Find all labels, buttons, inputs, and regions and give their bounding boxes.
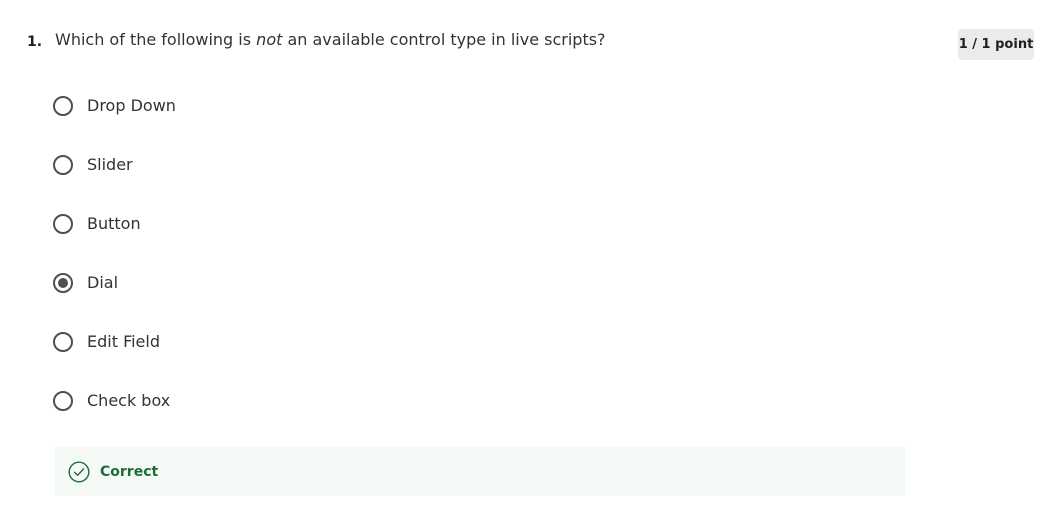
radio-drop-down[interactable] [53, 96, 73, 116]
option-slider[interactable]: Slider [53, 153, 133, 177]
score-badge: 1 / 1 point [958, 29, 1034, 60]
feedback-banner: Correct [55, 447, 905, 496]
prompt-emphasis: not [256, 30, 283, 49]
option-edit-field[interactable]: Edit Field [53, 330, 160, 354]
radio-edit-field[interactable] [53, 332, 73, 352]
option-drop-down[interactable]: Drop Down [53, 94, 176, 118]
option-label: Drop Down [87, 96, 176, 115]
feedback-label: Correct [100, 463, 159, 480]
option-label: Dial [87, 273, 119, 292]
radio-dial[interactable] [53, 273, 73, 293]
check-circle-icon [68, 460, 90, 483]
prompt-text-end: an available control type in live script… [282, 30, 606, 49]
option-label: Edit Field [87, 332, 160, 351]
option-label: Button [87, 214, 141, 233]
option-dial[interactable]: Dial [53, 271, 118, 295]
option-button[interactable]: Button [53, 212, 141, 236]
radio-button[interactable] [53, 214, 73, 234]
question-prompt: Which of the following is not an availab… [55, 30, 606, 50]
prompt-text-start: Which of the following is [55, 30, 257, 49]
question-number: 1. [27, 34, 43, 50]
radio-check-box[interactable] [53, 391, 73, 411]
option-label: Slider [87, 155, 133, 174]
option-check-box[interactable]: Check box [53, 389, 170, 413]
option-label: Check box [87, 391, 171, 410]
radio-slider[interactable] [53, 155, 73, 175]
